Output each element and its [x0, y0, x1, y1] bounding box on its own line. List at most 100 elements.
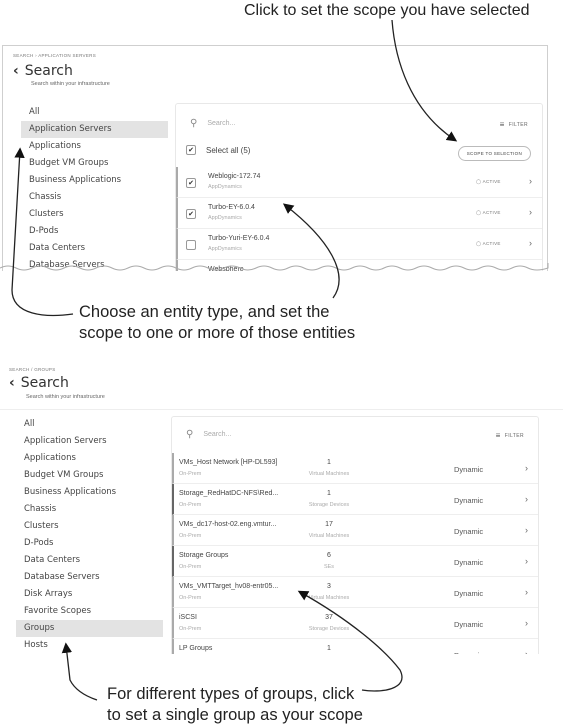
nav-item[interactable]: Applications [16, 450, 163, 467]
filter-sliders-icon: ≡ [495, 431, 501, 440]
group-row[interactable]: LP GroupsOn-Prem1Dynamic› [172, 639, 538, 654]
group-type: Dynamic [454, 651, 483, 654]
search-placeholder: Search... [207, 120, 236, 127]
status-badge: ◯ ACTIVE [476, 179, 501, 185]
nav-item[interactable]: Chassis [16, 501, 163, 518]
chevron-right-icon[interactable]: › [529, 176, 532, 186]
status-icon: ◯ [476, 210, 483, 215]
group-type: Dynamic [454, 620, 484, 629]
entity-source: AppDynamics [208, 215, 242, 221]
nav-item[interactable]: Business Applications [21, 172, 168, 189]
back-chevron-icon[interactable]: ‹ [9, 375, 15, 391]
entity-source: AppDynamics [208, 184, 242, 190]
annotation-middle-line1: Choose an entity type, and set the [79, 303, 330, 321]
select-all-label: Select all (5) [206, 145, 251, 155]
filter-sliders-icon: ≡ [499, 120, 505, 129]
nav-item[interactable]: D-Pods [16, 535, 163, 552]
group-name: LP Groups [179, 645, 213, 652]
chevron-right-icon[interactable]: › [525, 463, 528, 473]
back-chevron-icon[interactable]: ‹ [13, 63, 19, 79]
annotation-middle-line2: scope to one or more of those entities [79, 324, 356, 342]
header-divider [0, 409, 563, 410]
chevron-right-icon[interactable]: › [529, 207, 532, 217]
filter-label: FILTER [504, 432, 524, 439]
filter-label: FILTER [508, 121, 528, 128]
chevron-right-icon[interactable]: › [525, 556, 528, 566]
group-name: VMs_dc17-host-02.eng.vmtur... [179, 521, 277, 528]
group-name: Storage_RedHatDC-NFS\Red... [179, 490, 279, 497]
select-all-checkbox[interactable]: ✔ Select all (5) [186, 145, 250, 155]
nav-item[interactable]: All [21, 104, 168, 121]
nav-item[interactable]: Database Servers [16, 569, 163, 586]
group-type: Dynamic [454, 465, 484, 474]
member-type: Virtual Machines [308, 533, 350, 539]
nav-item[interactable]: All [16, 416, 163, 433]
page-title: ‹ Search [9, 375, 69, 391]
nav-item[interactable]: Disk Arrays [16, 586, 163, 603]
checkbox-checked-icon: ✔ [186, 145, 196, 155]
nav-item[interactable]: D-Pods [21, 223, 168, 240]
nav-item[interactable]: Chassis [21, 189, 168, 206]
nav-item[interactable]: Data Centers [21, 240, 168, 257]
nav-item[interactable]: Budget VM Groups [21, 155, 168, 172]
nav-item[interactable]: Clusters [21, 206, 168, 223]
group-env: On-Prem [179, 564, 202, 570]
member-type: Storage Devices [308, 502, 350, 508]
row-checkbox[interactable]: ✔ [186, 178, 196, 188]
entity-name: Turbo-EY-6.0.4 [208, 204, 255, 211]
entity-row[interactable]: Turbo-Yuri-EY-6.0.4 AppDynamics ◯ ACTIVE › [176, 229, 542, 260]
member-count: 6 [327, 552, 331, 559]
group-env: On-Prem [179, 626, 202, 632]
nav-item[interactable]: Hosts [16, 637, 163, 654]
search-input[interactable]: ⚲ Search... [186, 429, 231, 440]
annotation-top: Click to set the scope you have selected [244, 2, 530, 19]
group-row[interactable]: Storage_RedHatDC-NFS\Red... On-Prem 1 Stora… [172, 484, 538, 515]
member-count: 3 [327, 583, 331, 590]
status-badge: ◯ ACTIVE [476, 210, 501, 216]
breadcrumb: Search › Application Servers [13, 53, 97, 58]
nav-item[interactable]: Business Applications [16, 484, 163, 501]
nav-item[interactable]: Budget VM Groups [16, 467, 163, 484]
entity-source: AppDynamics [208, 246, 242, 252]
group-row[interactable]: VMs_dc17-host-02.eng.vmtur... On-Prem 17 Vi… [172, 515, 538, 546]
nav-item[interactable]: Application Servers [21, 121, 168, 138]
page-title: ‹ Search [13, 63, 73, 79]
nav-item[interactable]: Data Centers [16, 552, 163, 569]
nav-item[interactable]: Clusters [16, 518, 163, 535]
status-icon: ◯ [476, 179, 483, 184]
filter-button[interactable]: ≡ FILTER [500, 120, 528, 129]
chevron-right-icon[interactable]: › [525, 618, 528, 628]
chevron-right-icon[interactable]: › [525, 649, 528, 654]
group-row[interactable]: VMs_VMTTarget_hv08-entr05... On-Prem 3 Virt… [172, 577, 538, 608]
search-input[interactable]: ⚲ Search... [190, 118, 235, 129]
chevron-right-icon[interactable]: › [529, 238, 532, 248]
entity-row[interactable]: ✔ Weblogic-172.74 AppDynamics ◯ ACTIVE › [176, 167, 542, 198]
status-icon: ◯ [476, 241, 483, 246]
row-checkbox[interactable] [186, 240, 196, 250]
group-name: VMs_VMTTarget_hv08-entr05... [179, 583, 279, 590]
search-icon: ⚲ [190, 118, 198, 129]
nav-item[interactable]: Favorite Scopes [16, 603, 163, 620]
nav-item[interactable]: Groups [16, 620, 163, 637]
page-title-text: Search [24, 63, 73, 79]
scope-to-selection-button[interactable]: SCOPE TO SELECTION [457, 146, 531, 161]
group-results-panel: ⚲ Search... ≡ FILTER VMs_Host Network [H… [171, 416, 539, 654]
group-row[interactable]: iSCSI On-Prem 37 Storage Devices Dynamic › [172, 608, 538, 639]
member-type: Storage Devices [308, 626, 350, 632]
nav-item[interactable]: Application Servers [16, 433, 163, 450]
status-text: ACTIVE [482, 179, 501, 184]
chevron-right-icon[interactable]: › [525, 525, 528, 535]
group-row[interactable]: VMs_Host Network [HP-DL593] On-Prem 1 Virtu… [172, 453, 538, 484]
breadcrumb: Search / Groups [9, 367, 56, 372]
group-row[interactable]: Storage Groups On-Prem 6 SEs Dynamic › [172, 546, 538, 577]
chevron-right-icon[interactable]: › [525, 494, 528, 504]
status-text: ACTIVE [482, 241, 501, 246]
row-checkbox[interactable]: ✔ [186, 209, 196, 219]
groups-panel: Search / Groups ‹ Search Search within y… [0, 362, 563, 654]
filter-button[interactable]: ≡ FILTER [496, 431, 524, 440]
nav-item[interactable]: Applications [21, 138, 168, 155]
entity-type-list: All Application Servers Applications Budget… [21, 104, 168, 271]
entity-row[interactable]: ✔ Turbo-EY-6.0.4 AppDynamics ◯ ACTIVE › [176, 198, 542, 229]
chevron-right-icon[interactable]: › [525, 587, 528, 597]
entity-results-panel: ⚲ Search... ≡ FILTER ✔ Select all (5) SC… [175, 103, 543, 271]
